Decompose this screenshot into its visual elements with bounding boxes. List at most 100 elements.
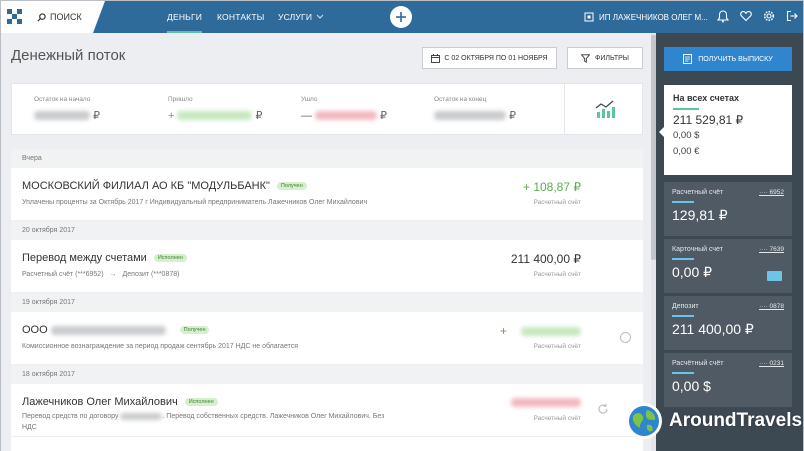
summary-start-value: ₽ [34,109,100,122]
summary-in-value: + ₽ [168,109,263,123]
filter-button[interactable]: ФИЛЬТРЫ [567,47,643,69]
logo-icon [7,9,22,24]
transaction-amount: 211 400,00 ₽ [510,252,581,266]
transaction-counterparty: Лажечников Олег Михайлович [22,396,178,408]
transaction-description: Расчетный счёт (***6952) → Депозит (***0… [22,271,179,278]
redacted-value [177,111,253,120]
gear-icon[interactable] [763,10,775,22]
date-header: 20 октября 2017 [11,221,643,240]
nav-contacts-label: контакты [217,12,265,22]
app-logo[interactable] [1,1,29,33]
transaction-amount: + 108,87 ₽ [522,180,581,194]
company-selector[interactable]: ИП ЛАЖЕЧНИКОВ ОЛЕГ М... [584,1,708,33]
plus-sign: + [168,109,175,122]
plus-icon [396,12,406,22]
transaction-row[interactable]: ООО Получен Комиссионное вознаграждение … [11,312,643,365]
nav-money[interactable]: деньги [167,1,203,33]
plus-sign: + [499,324,507,338]
account-balance: 129,81 ₽ [672,207,728,223]
all-accounts-eur: 0,00 € [673,146,700,157]
redacted-value [120,412,163,420]
nav-money-label: деньги [167,1,203,33]
create-button[interactable] [390,6,412,28]
select-radio[interactable] [620,332,631,343]
transaction-row[interactable]: МОСКОВСКИЙ ФИЛИАЛ АО КБ "МОДУЛЬБАНК" Пол… [11,168,643,221]
globe-icon [626,403,662,439]
account-card-settlement[interactable]: Расчетный счёт ···· 6952 129,81 ₽ [664,182,792,236]
transaction-description: Перевод средств по договору . Перевод со… [22,411,452,433]
filter-icon [581,53,590,63]
cashflow-summary: Остаток на начало ₽ Пришло + ₽ Ушло — ₽ … [11,83,643,135]
search-box[interactable]: поиск [29,1,93,33]
status-badge: Получен [179,326,210,334]
transaction-row[interactable]: Перевод между счетами Исполнен Расчетный… [11,240,643,293]
account-number[interactable]: ···· 7639 [759,246,784,253]
status-badge: Получен [276,182,307,190]
account-card-card[interactable]: Карточный счет ···· 7639 0,00 ₽ [664,239,792,293]
transaction-list: Вчера МОСКОВСКИЙ ФИЛИАЛ АО КБ "МОДУЛЬБАН… [11,149,643,451]
account-card-usd[interactable]: Расчётный счёт ···· 0231 0,00 $ [664,353,792,407]
transaction-title: МОСКОВСКИЙ ФИЛИАЛ АО КБ "МОДУЛЬБАНК" Пол… [22,180,307,192]
description-end: . Перевод собственных средств. Лажечнико… [162,413,385,420]
nav-services[interactable]: услуги [278,1,324,33]
get-statement-button[interactable]: ПОЛУЧИТЬ ВЫПИСКУ [664,47,792,71]
transaction-title: ООО Получен [22,324,210,336]
all-accounts-rub: 211 529,81 ₽ [673,113,744,127]
date-header: 18 октября 2017 [11,365,643,384]
redacted-value [511,398,581,407]
all-accounts-usd: 0,00 $ [673,130,700,141]
accent-line [672,201,694,203]
search-label: поиск [50,12,82,22]
account-balance: 211 400,00 ₽ [672,321,754,337]
summary-end: Остаток на конец ₽ [434,96,516,122]
account-number[interactable]: ···· 0878 [759,303,784,310]
transaction-row[interactable]: Лажечников Олег Михайлович Исполнен Пере… [11,384,643,437]
transfer-to: Депозит (***0878) [122,271,180,278]
top-bar: поиск деньги контакты услуги ИП ЛАЖЕЧНИК… [1,1,803,33]
account-number[interactable]: ···· 0231 [759,360,784,367]
refresh-icon[interactable] [597,403,609,415]
chart-toggle[interactable] [564,84,644,134]
header-actions [717,10,798,23]
date-header: Вчера [11,149,643,168]
heart-icon[interactable] [740,10,752,22]
summary-end-label: Остаток на конец [434,96,487,103]
chevron-down-icon [316,14,324,19]
redacted-value [434,111,506,120]
transaction-account: Расчетный счёт [533,199,581,206]
accent-line [673,108,699,110]
bank-card-icon [767,271,782,281]
watermark-text: AroundTravels [669,410,803,431]
arrow-right-icon: → [109,271,117,278]
accent-line [672,315,694,317]
all-accounts-card[interactable]: На всех счетах 211 529,81 ₽ 0,00 $ 0,00 … [664,85,792,175]
page-title: Денежный поток [11,47,126,64]
date-header: 19 октября 2017 [11,293,643,312]
transaction-counterparty: Перевод между счетами [22,252,147,264]
summary-end-value: ₽ [434,109,516,122]
status-badge: Исполнен [184,398,218,406]
main-content: Денежный поток С 02 ОКТЯБРЯ ПО 01 НОЯБРЯ… [1,33,656,451]
get-statement-label: ПОЛУЧИТЬ ВЫПИСКУ [698,55,773,63]
accent-line [672,258,694,260]
transaction-amount [511,396,581,410]
transaction-title: Лажечников Олег Михайлович Исполнен [22,396,218,408]
status-badge: Исполнен [153,254,187,262]
transfer-from: Расчетный счёт (***6952) [22,271,104,278]
logout-icon[interactable] [786,10,798,22]
summary-in: Пришло + ₽ [168,96,262,122]
nav-services-label: услуги [278,12,313,22]
redacted-value [50,325,166,335]
account-card-deposit[interactable]: Депозит ···· 0878 211 400,00 ₽ [664,296,792,350]
currency-sign: ₽ [255,110,263,122]
period-label: С 02 ОКТЯБРЯ ПО 01 НОЯБРЯ [444,54,548,62]
nav-contacts[interactable]: контакты [217,1,264,33]
transaction-account: Расчетный счёт [533,343,581,350]
chart-icon [595,100,615,118]
bell-icon[interactable] [717,10,729,23]
document-icon [683,54,693,64]
calendar-icon [431,53,441,63]
summary-start: Остаток на начало ₽ [34,96,100,122]
account-number[interactable]: ···· 6952 [759,189,784,196]
period-button[interactable]: С 02 ОКТЯБРЯ ПО 01 НОЯБРЯ [422,47,557,69]
